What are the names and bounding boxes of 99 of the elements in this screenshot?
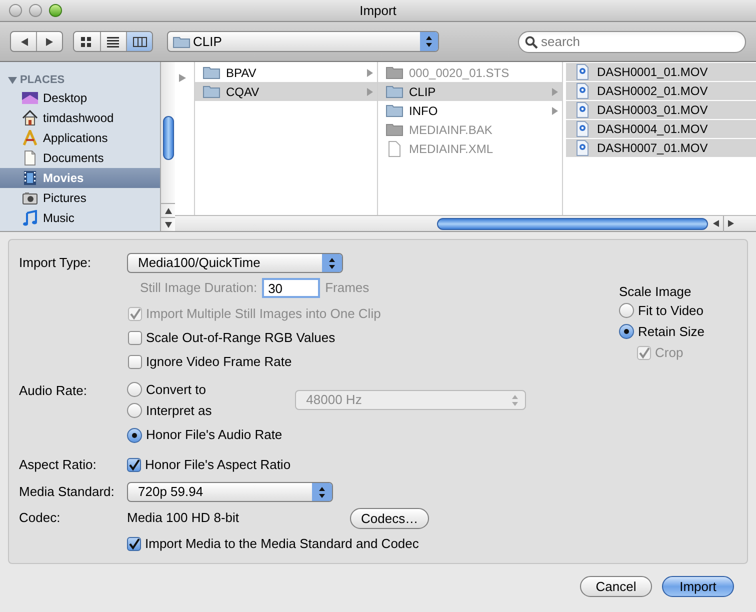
sidebar-item[interactable]: Desktop xyxy=(0,88,160,108)
section-title: Scale Image xyxy=(619,283,692,300)
movie-file-icon xyxy=(574,140,591,156)
arrow-icon xyxy=(179,74,186,82)
checkbox-label: Scale Out-of-Range RGB Values xyxy=(146,329,336,348)
window-title: Import xyxy=(360,2,396,20)
zoom-button[interactable] xyxy=(49,4,62,17)
movie-file-icon xyxy=(574,102,591,118)
file-row[interactable]: CLIP xyxy=(378,82,562,101)
stepper-icon xyxy=(312,482,332,500)
down-arrow-icon xyxy=(164,222,172,228)
checkbox-label: Import Media to the Media Standard and Codec xyxy=(145,535,419,554)
view-mode-button[interactable] xyxy=(100,32,126,51)
document-icon xyxy=(386,140,403,156)
arrow-icon xyxy=(367,68,373,76)
close-button[interactable] xyxy=(9,4,22,17)
radio-label: Interpret as xyxy=(146,402,212,420)
letter-a-icon xyxy=(22,130,38,146)
radio-button[interactable] xyxy=(127,403,142,418)
view-mode-button[interactable] xyxy=(126,32,152,51)
file-row[interactable]: DASH0003_01.MOV xyxy=(566,101,756,120)
scrollbar-thumb[interactable] xyxy=(437,218,708,230)
field-label: Still Image Duration: xyxy=(140,279,258,298)
stepper-icon xyxy=(420,32,438,51)
sidebar-heading: PLACES xyxy=(20,72,65,88)
folder-icon xyxy=(386,122,403,138)
radio-button[interactable] xyxy=(619,324,634,339)
sidebar-item[interactable]: Documents xyxy=(0,148,160,168)
house-icon xyxy=(22,110,38,126)
checkbox[interactable] xyxy=(128,331,142,345)
file-row[interactable]: BPAV xyxy=(195,63,377,82)
camera-icon xyxy=(22,190,38,206)
radio-label: Convert to xyxy=(146,380,206,399)
checkbox[interactable] xyxy=(127,458,141,472)
checkbox-label: Ignore Video Frame Rate xyxy=(146,353,292,372)
radio-button[interactable] xyxy=(127,428,142,442)
folder-icon xyxy=(173,35,190,48)
codecs-button[interactable]: Codecs… xyxy=(350,508,430,528)
movie-file-icon xyxy=(574,83,591,99)
file-row[interactable]: DASH0002_01.MOV xyxy=(566,82,756,101)
movie-file-icon xyxy=(574,121,591,137)
radio-label: Retain Size xyxy=(638,322,704,341)
field-label: Import Type: xyxy=(19,254,92,272)
disclosure-triangle-icon[interactable] xyxy=(8,76,17,84)
view-mode-button[interactable] xyxy=(74,32,100,51)
file-row[interactable]: DASH0007_01.MOV xyxy=(566,139,756,158)
scrollbar-thumb[interactable] xyxy=(162,116,174,160)
import-type-popup[interactable]: Media100/QuickTime xyxy=(127,253,343,273)
checkbox[interactable] xyxy=(127,537,141,551)
desktop-icon xyxy=(22,90,38,106)
navigation-control[interactable] xyxy=(10,31,63,52)
checkbox[interactable] xyxy=(128,355,142,369)
field-label: Audio Rate: xyxy=(19,382,88,400)
path-popup-button[interactable]: CLIP xyxy=(167,31,439,52)
icon-grid-icon xyxy=(80,36,94,48)
stepper-icon xyxy=(322,254,342,272)
right-arrow-icon xyxy=(728,220,734,227)
checkbox-label: Honor File's Aspect Ratio xyxy=(145,456,291,474)
arrow-icon xyxy=(552,106,558,114)
sidebar-item[interactable]: Pictures xyxy=(0,188,160,208)
codec-name: Media 100 HD 8-bit xyxy=(127,509,240,528)
checkbox-label: Import Multiple Still Images into One Clip xyxy=(146,305,381,324)
radio-button[interactable] xyxy=(619,303,634,318)
field-label: Media Standard: xyxy=(19,482,116,501)
sidebar-item[interactable]: timdashwood xyxy=(0,108,160,128)
search-icon xyxy=(525,36,538,48)
forward-arrow-icon xyxy=(46,38,54,46)
up-arrow-icon xyxy=(164,208,172,214)
back-arrow-icon xyxy=(20,38,28,46)
stepper-icon xyxy=(512,394,518,406)
checkbox-label: Crop xyxy=(655,344,684,362)
list-view-icon xyxy=(106,36,120,48)
media-standard-popup[interactable]: 720p 59.94 xyxy=(127,482,333,502)
file-row[interactable]: DASH0001_01.MOV xyxy=(566,63,756,82)
search-field[interactable]: search xyxy=(518,30,746,52)
field-label: Codec: xyxy=(19,509,62,528)
file-row[interactable]: DASH0004_01.MOV xyxy=(566,120,756,139)
dialog-button[interactable]: Import xyxy=(662,576,734,597)
view-mode-control[interactable] xyxy=(73,31,153,52)
folder-icon xyxy=(386,84,403,100)
left-arrow-icon xyxy=(712,220,718,227)
field-label: Aspect Ratio: xyxy=(19,456,98,474)
radio-button[interactable] xyxy=(127,382,142,397)
folder-icon xyxy=(203,84,220,100)
dialog-button[interactable]: Cancel xyxy=(580,576,652,597)
unit-label: Frames xyxy=(325,279,370,298)
radio-label: Honor File's Audio Rate xyxy=(146,426,282,444)
sidebar-item[interactable]: Music xyxy=(0,208,160,228)
file-row[interactable]: CQAV xyxy=(195,82,377,101)
music-note-icon xyxy=(22,210,38,226)
file-row[interactable]: INFO xyxy=(378,101,562,120)
minimize-button[interactable] xyxy=(29,4,42,17)
column-view-icon xyxy=(132,36,146,48)
arrow-icon xyxy=(552,88,558,96)
sidebar-item[interactable]: Applications xyxy=(0,128,160,148)
film-strip-icon xyxy=(22,170,38,186)
arrow-icon xyxy=(367,88,373,96)
radio-label: Fit to Video xyxy=(638,302,704,320)
document-icon xyxy=(22,150,38,166)
